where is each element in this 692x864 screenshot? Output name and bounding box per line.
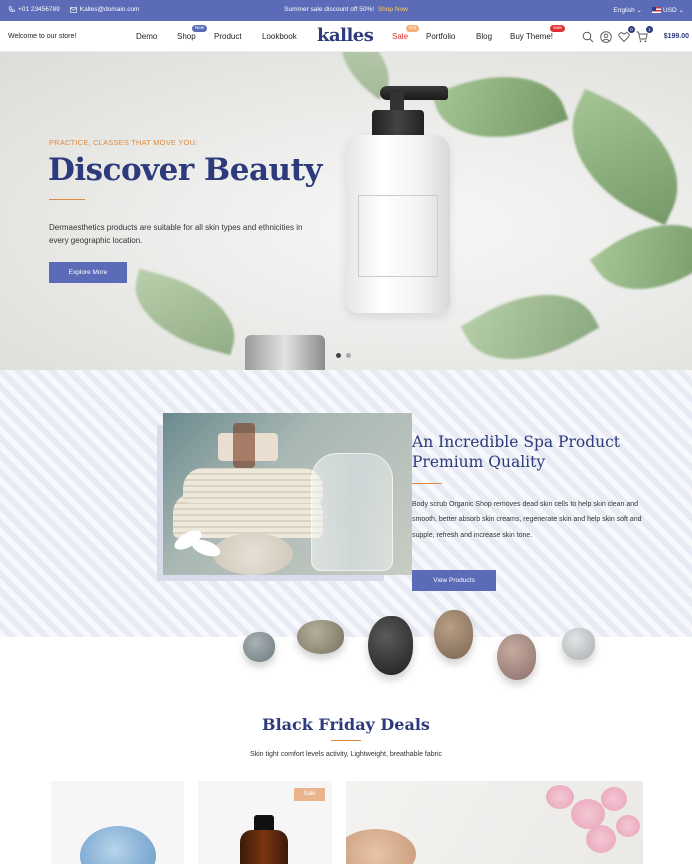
cart-count: 1 xyxy=(646,26,653,33)
leaf-decoration xyxy=(547,88,692,226)
nav-label: Sale xyxy=(392,32,409,41)
pump-stem-image xyxy=(390,92,404,112)
stone-decoration xyxy=(434,610,473,659)
glass-jar-image xyxy=(311,453,393,571)
hero-description: Dermaesthetics products are suitable for… xyxy=(49,223,303,245)
hero-title: Discover Beauty xyxy=(48,152,322,188)
wooden-bowl-image xyxy=(346,829,416,864)
leaf-decoration xyxy=(431,53,569,161)
deals-subtitle: Skin tight comfort levels activity, Ligh… xyxy=(249,751,443,758)
language-select[interactable]: English ⌄ xyxy=(613,6,642,14)
bottle-label xyxy=(358,195,438,277)
nav-label: Shop xyxy=(177,32,196,41)
spa-products-image xyxy=(163,413,412,575)
ribbon-image xyxy=(233,423,255,468)
heart-icon[interactable]: 0 xyxy=(618,26,635,43)
explore-more-button[interactable]: Explore More xyxy=(49,262,127,283)
stone-decoration xyxy=(297,620,344,654)
promo-text: Summer sale discount off 50%! xyxy=(284,6,375,13)
nav-product[interactable]: Product xyxy=(214,32,242,41)
welcome-text: Welcome to our store! xyxy=(8,33,77,40)
nav-sale[interactable]: Sale Hot xyxy=(392,25,420,41)
new-badge: New xyxy=(192,25,208,32)
header-actions: 0 1 $199.00 xyxy=(582,26,692,44)
wishlist-count: 0 xyxy=(628,26,635,33)
view-products-button[interactable]: View Products xyxy=(412,570,496,591)
us-flag-icon xyxy=(652,7,661,14)
cart-total[interactable]: $199.00 xyxy=(664,33,689,40)
nav-buy-theme[interactable]: Buy Theme! Sale xyxy=(510,25,566,41)
stone-decoration xyxy=(368,616,413,675)
nav-portfolio[interactable]: Portfolio xyxy=(426,32,455,41)
locale-switcher: English ⌄ USD ⌄ xyxy=(613,6,684,14)
nav-demo[interactable]: Demo xyxy=(136,32,157,41)
slider-pagination xyxy=(336,353,351,358)
leaf-decoration xyxy=(589,196,692,318)
nav-label: Lookbook xyxy=(262,32,297,41)
nav-label: Portfolio xyxy=(426,32,456,41)
nav-label: Blog xyxy=(476,32,493,41)
hero-slider xyxy=(0,52,692,370)
hot-badge: Hot xyxy=(406,25,420,32)
site-logo[interactable]: kalles xyxy=(317,25,374,46)
site-header: Welcome to our store! Demo Shop New Produ… xyxy=(0,21,692,52)
chevron-down-icon: ⌄ xyxy=(636,7,642,14)
blossom-image xyxy=(546,785,574,809)
deals-divider xyxy=(331,740,361,741)
spa-title-line1: An Incredible Spa Product xyxy=(412,433,621,451)
blossom-image xyxy=(586,825,616,853)
sale-badge: Sale xyxy=(550,25,566,32)
nav-label: Buy Theme! xyxy=(510,32,553,41)
spa-title-line2: Premium Quality xyxy=(412,453,546,471)
spa-divider xyxy=(412,483,442,484)
account-icon[interactable] xyxy=(600,30,613,43)
currency-select[interactable]: USD ⌄ xyxy=(652,6,684,14)
leaf-decoration xyxy=(460,266,600,370)
metal-jar-image xyxy=(245,335,325,370)
stone-decoration xyxy=(562,628,595,660)
nav-lookbook[interactable]: Lookbook xyxy=(262,32,297,41)
blossom-image xyxy=(616,815,640,837)
stone-decoration xyxy=(243,632,275,662)
shop-now-link[interactable]: Shop Now xyxy=(378,6,408,13)
nav-blog[interactable]: Blog xyxy=(476,32,492,41)
blossom-image xyxy=(601,787,627,811)
salt-bowl-image xyxy=(213,533,293,575)
leaf-decoration xyxy=(124,268,246,356)
cart-icon[interactable]: 1 xyxy=(636,26,653,43)
spa-title: An Incredible Spa Product Premium Qualit… xyxy=(412,432,672,472)
nav-label: Product xyxy=(214,32,242,41)
top-bar: +01 23456789 Kalles@domain.com Summer sa… xyxy=(0,0,692,21)
amber-bottle-image xyxy=(240,830,288,864)
nav-label: Demo xyxy=(136,32,158,41)
spa-description: Body scrub Organic Shop removes dead ski… xyxy=(412,501,642,539)
sale-badge: Sale xyxy=(294,788,325,801)
towel-image xyxy=(183,468,323,503)
language-label: English xyxy=(613,7,635,14)
hero-divider xyxy=(49,199,85,200)
search-icon[interactable] xyxy=(582,30,595,43)
chevron-down-icon: ⌄ xyxy=(678,7,684,14)
promo-banner: Summer sale discount off 50%! Shop Now xyxy=(0,6,692,13)
deals-title: Black Friday Deals xyxy=(262,715,430,734)
slide-dot-2[interactable] xyxy=(346,353,351,358)
lotion-bottle-image xyxy=(346,135,450,313)
stone-decoration xyxy=(497,634,536,680)
currency-label: USD xyxy=(663,7,677,14)
nav-shop[interactable]: Shop New xyxy=(177,25,208,41)
slide-dot-1[interactable] xyxy=(336,353,341,358)
promo-banner-card[interactable] xyxy=(346,781,643,864)
hero-tagline: PRACTICE, CLASSES THAT MOVE YOU: xyxy=(49,138,198,147)
